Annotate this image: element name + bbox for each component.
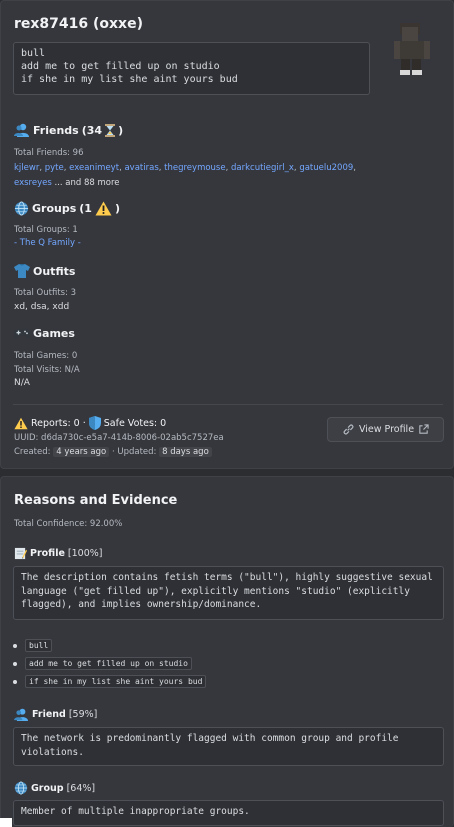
group-reason-title: Group — [31, 782, 64, 794]
corner-artifact — [0, 818, 12, 827]
person-icon — [14, 123, 29, 137]
view-profile-label: View Profile — [358, 424, 415, 435]
avatar-thumbnail[interactable] — [394, 23, 430, 75]
created-value: 4 years ago — [53, 447, 110, 457]
warning-icon — [95, 201, 112, 216]
friend-link[interactable]: thegreymouse — [164, 163, 225, 173]
outfits-total: Total Outfits: 3 — [14, 288, 77, 298]
safe-votes-count: Safe Votes: 0 — [103, 417, 167, 429]
friend-reason-heading: Friend [59%] — [14, 708, 97, 721]
friend-link[interactable]: darkcutiegirl_x — [231, 163, 294, 173]
bullet — [13, 643, 17, 648]
friend-reason-pct: [59%] — [68, 709, 98, 720]
description-line: bull — [21, 48, 46, 59]
person-icon — [14, 708, 28, 721]
outfits-title: Outfits — [33, 264, 76, 278]
bullet — [13, 679, 17, 684]
updated-value: 8 days ago — [159, 447, 212, 457]
globe-icon — [14, 201, 29, 216]
shield-icon — [88, 416, 101, 430]
description-line: if she in my list she aint yours bud — [21, 74, 238, 85]
globe-icon — [14, 781, 28, 795]
friend-link[interactable]: kjlewr — [14, 163, 39, 173]
games-total: Total Games: 0 — [14, 351, 78, 361]
evidence-item: add me to get filled up on studio — [13, 657, 192, 670]
groups-count: (1 — [79, 202, 92, 215]
friends-title: Friends — [33, 123, 79, 137]
profile-description: bull add me to get filled up on studio i… — [13, 42, 370, 95]
link-icon — [343, 424, 354, 435]
gamepad-icon — [14, 329, 30, 339]
timestamps: Created: 4 years ago · Updated: 8 days a… — [14, 447, 212, 457]
reasons-card: Reasons and Evidence Total Confidence: 9… — [0, 476, 454, 827]
friend-link[interactable]: exeanimeyt — [69, 163, 119, 173]
created-label: Created: — [14, 447, 51, 457]
friends-count: (34 — [81, 123, 103, 137]
friend-link[interactable]: exsreyes — [14, 178, 52, 188]
username: rex87416 (oxxe) — [14, 16, 143, 32]
friends-close-paren: ) — [118, 123, 124, 137]
friends-more: ... and 88 more — [54, 178, 120, 188]
evidence-item: bull — [13, 639, 53, 652]
groups-total: Total Groups: 1 — [14, 225, 78, 235]
reports-count: Reports: 0 · — [31, 417, 86, 429]
view-profile-button[interactable]: View Profile — [327, 417, 444, 442]
games-title: Games — [33, 327, 75, 340]
hourglass-icon — [105, 123, 116, 137]
total-confidence: Total Confidence: 92.00% — [14, 519, 123, 529]
groups-heading: Groups (1 ) — [14, 201, 120, 216]
group-reason-heading: Group [64%] — [14, 781, 95, 795]
shirt-icon — [14, 264, 30, 278]
warning-icon — [14, 417, 28, 429]
profile-reason-text: The description contains fetish terms ("… — [13, 566, 444, 620]
friend-reason-title: Friend — [32, 709, 66, 720]
user-card: rex87416 (oxxe) bull add me to get fille… — [0, 0, 454, 469]
memo-icon — [14, 547, 27, 560]
games-visits: Total Visits: N/A — [14, 365, 80, 375]
divider — [13, 404, 443, 405]
group-reason-text: Member of multiple inappropriate groups. — [13, 800, 444, 826]
friend-link[interactable]: avatiras — [124, 163, 158, 173]
reasons-title: Reasons and Evidence — [14, 493, 178, 508]
evidence-code: add me to get filled up on studio — [25, 657, 192, 670]
profile-reason-heading: Profile [100%] — [14, 547, 103, 560]
outfits-list: xd, dsa, xdd — [14, 302, 70, 312]
evidence-item: if she in my list she aint yours bud — [13, 675, 207, 688]
group-link[interactable]: - The Q Family - — [14, 238, 81, 248]
updated-label: · Updated: — [111, 447, 157, 457]
profile-reason-title: Profile — [30, 548, 65, 559]
evidence-code: if she in my list she aint yours bud — [25, 675, 207, 688]
group-reason-pct: [64%] — [66, 782, 96, 794]
friend-reason-text: The network is predominantly flagged wit… — [13, 727, 444, 766]
friend-link[interactable]: gatuelu2009 — [299, 163, 353, 173]
friends-heading: Friends (34 ) — [14, 123, 123, 137]
uuid: UUID: d6da730c-e5a7-414b-8006-02ab5c7527… — [14, 433, 224, 443]
description-line: add me to get filled up on studio — [21, 61, 220, 72]
evidence-code: bull — [25, 639, 53, 652]
games-heading: Games — [14, 327, 75, 340]
groups-title: Groups — [32, 202, 77, 215]
outfits-heading: Outfits — [14, 264, 75, 278]
external-link-icon — [419, 424, 429, 434]
friends-list: kjlewr, pyte, exeanimeyt, avatiras, theg… — [14, 163, 356, 188]
groups-close-paren: ) — [114, 202, 120, 215]
friends-total: Total Friends: 96 — [14, 148, 84, 158]
games-list: N/A — [14, 378, 30, 388]
bullet — [13, 661, 17, 666]
profile-reason-pct: [100%] — [67, 548, 103, 559]
friend-link[interactable]: pyte — [45, 163, 64, 173]
votes-row: Reports: 0 · Safe Votes: 0 — [14, 416, 166, 430]
